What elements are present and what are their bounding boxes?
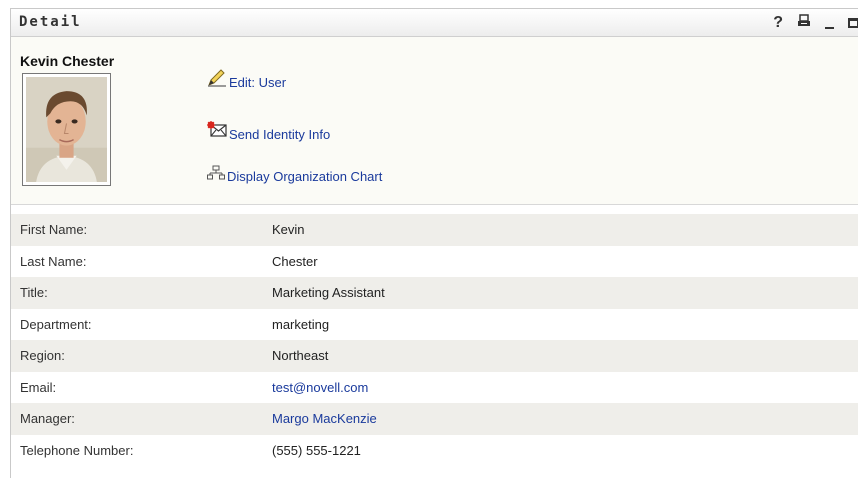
table-row: Email: test@novell.com xyxy=(11,372,858,404)
org-chart-link[interactable]: Display Organization Chart xyxy=(227,169,382,184)
table-row: Telephone Number: (555) 555-1221 xyxy=(11,435,858,467)
user-name: Kevin Chester xyxy=(20,53,115,69)
attribute-label: First Name: xyxy=(11,214,272,246)
attribute-label: Email: xyxy=(20,379,57,395)
maximize-icon[interactable] xyxy=(848,17,858,28)
attribute-label: Region: xyxy=(11,340,272,372)
pencil-icon xyxy=(207,69,227,90)
send-identity-action[interactable]: Send Identity Info xyxy=(207,121,330,142)
attribute-label: Telephone Number: xyxy=(20,442,134,458)
attribute-value: (555) 555-1221 xyxy=(272,442,361,458)
table-row: Title: Marketing Assistant xyxy=(11,277,858,309)
table-row: Region: Northeast xyxy=(11,340,858,372)
minimize-icon[interactable] xyxy=(825,26,834,29)
table-row: First Name: Kevin xyxy=(11,214,858,246)
org-chart-action[interactable]: Display Organization Chart xyxy=(207,165,382,184)
attribute-value: Northeast xyxy=(272,340,858,372)
portrait-image xyxy=(26,77,107,182)
titlebar-controls: ? xyxy=(773,13,858,32)
table-row: Last Name: Chester xyxy=(11,246,858,278)
attribute-label: Department: xyxy=(20,316,92,332)
edit-user-action[interactable]: Edit: User xyxy=(207,69,286,90)
attribute-value: Kevin xyxy=(272,214,858,246)
table-row: Department: marketing xyxy=(11,309,858,341)
user-header: Kevin Chester Edit: User Send Identity I… xyxy=(11,37,858,205)
attribute-value: Marketing Assistant xyxy=(272,277,858,309)
attribute-label: Last Name: xyxy=(20,253,87,269)
table-row: Manager: Margo MacKenzie xyxy=(11,403,858,435)
edit-user-link[interactable]: Edit: User xyxy=(229,75,286,90)
help-icon[interactable]: ? xyxy=(773,14,783,32)
attribute-label: Manager: xyxy=(11,403,272,435)
detail-portlet: Detail ? Kevin Chester Edit: User Send I… xyxy=(10,8,858,478)
attribute-value: marketing xyxy=(272,316,330,332)
attribute-value: Chester xyxy=(272,253,318,269)
attributes-table: First Name: Kevin Last Name: Chester Tit… xyxy=(11,214,858,466)
attribute-label: Title: xyxy=(11,277,272,309)
send-identity-link[interactable]: Send Identity Info xyxy=(229,127,330,142)
portlet-titlebar: Detail ? xyxy=(11,9,858,37)
manager-link[interactable]: Margo MacKenzie xyxy=(272,411,377,426)
user-photo xyxy=(22,73,111,186)
email-link[interactable]: test@novell.com xyxy=(272,380,368,395)
org-chart-icon xyxy=(207,165,225,184)
print-icon[interactable] xyxy=(797,13,811,32)
envelope-icon xyxy=(207,121,227,142)
portlet-title: Detail xyxy=(19,14,82,30)
